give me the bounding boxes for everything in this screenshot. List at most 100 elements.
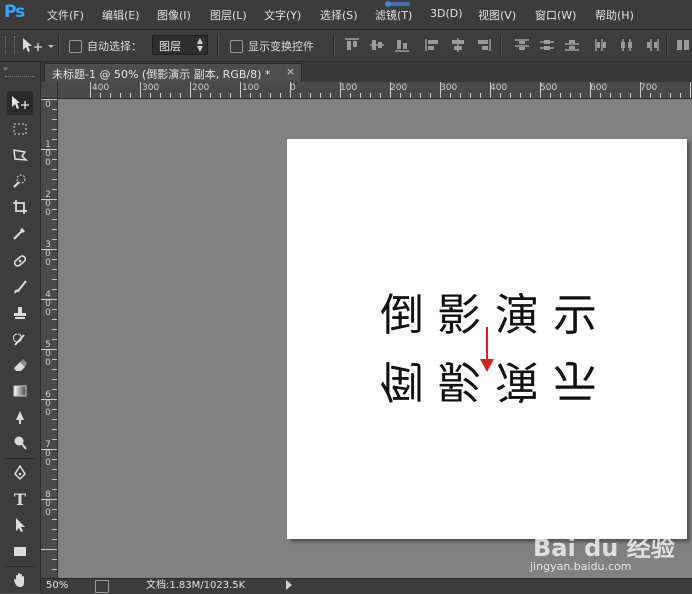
eyedropper-tool-icon[interactable] (7, 221, 33, 245)
menu-file[interactable]: 文件(F) (47, 7, 84, 23)
ruler-label: 100 (242, 83, 260, 93)
baidu-jingyan-watermark: Bai du 经验 (533, 534, 675, 562)
ruler-label: 200 (45, 190, 51, 218)
close-tab-icon[interactable]: × (286, 65, 295, 78)
ruler-label: 500 (45, 340, 51, 368)
auto-select-checkbox[interactable] (69, 40, 82, 53)
document-info-text: 文档:1.83M/1023.5K (146, 580, 246, 591)
auto-align-layers-icon[interactable] (676, 38, 690, 55)
dropdown-updown-icon: ▲ ▼ (196, 36, 203, 53)
menu-view[interactable]: 视图(V) (478, 7, 516, 23)
photoshop-logo-icon[interactable]: Ps (4, 2, 25, 22)
history-brush-tool-icon[interactable] (7, 327, 33, 351)
status-menu-arrow-icon[interactable] (286, 580, 292, 590)
align-top-edges-icon[interactable] (344, 38, 360, 55)
clone-stamp-tool-icon[interactable] (7, 301, 33, 325)
align-right-edges-icon[interactable] (475, 38, 491, 55)
move-tool-preset-icon[interactable] (20, 36, 56, 57)
pen-tool-icon[interactable] (7, 461, 33, 485)
distribute-left-edges-icon[interactable] (594, 38, 610, 55)
distribute-bottom-edges-icon[interactable] (564, 38, 580, 55)
align-horizontal-centers-icon[interactable] (450, 38, 466, 55)
menu-3d[interactable]: 3D(D) (430, 7, 463, 20)
vertical-ruler[interactable]: 0 100 200 300 400 500 600 700 800 (41, 99, 58, 578)
document-status-icon[interactable] (95, 580, 109, 593)
collapse-panel-icon[interactable]: » (3, 64, 8, 73)
distribute-top-edges-icon[interactable] (514, 38, 530, 55)
canvas-text-char: 倒 (380, 290, 424, 341)
horizontal-ruler[interactable]: 400 300 200 100 0 100 200 300 400 500 60… (58, 82, 692, 99)
ruler-label: 800 (45, 490, 51, 518)
options-gap (586, 35, 587, 55)
canvas-text-char: 示 (553, 290, 597, 341)
red-arrow-annotation (480, 327, 494, 372)
blur-tool-icon[interactable] (7, 405, 33, 429)
options-grip[interactable] (5, 36, 15, 54)
align-left-edges-icon[interactable] (425, 38, 441, 55)
dodge-tool-icon[interactable] (7, 431, 33, 455)
hand-tool-icon[interactable] (7, 568, 33, 592)
menu-window[interactable]: 窗口(W) (535, 7, 576, 23)
ruler-label: 100 (45, 140, 51, 168)
ruler-label: 200 (390, 83, 408, 93)
status-bar (41, 578, 692, 594)
menu-filter[interactable]: 滤镜(T) (375, 7, 412, 23)
tools-divider (6, 458, 34, 459)
brush-tool-icon[interactable] (7, 275, 33, 299)
options-separator (666, 35, 668, 55)
move-tool-icon[interactable] (7, 91, 33, 115)
canvas-reflection-char: 倒 (380, 355, 424, 406)
menu-type[interactable]: 文字(Y) (264, 7, 301, 23)
menu-edit[interactable]: 编辑(E) (102, 7, 140, 23)
menu-layer[interactable]: 图层(L) (210, 7, 247, 23)
zoom-level-field[interactable]: 50% (46, 579, 88, 592)
ruler-label: 400 (45, 290, 51, 318)
show-transform-checkbox[interactable] (230, 40, 243, 53)
marquee-tool-icon[interactable] (7, 117, 33, 141)
distribute-horizontal-centers-icon[interactable] (619, 38, 635, 55)
options-separator (58, 35, 60, 55)
ruler-label: 600 (45, 390, 51, 418)
menu-image[interactable]: 图像(I) (157, 7, 191, 23)
auto-select-target-value: 图层 (159, 40, 181, 53)
canvas-reflection-char: 影 (437, 355, 481, 406)
distribute-right-edges-icon[interactable] (644, 38, 660, 55)
ruler-label: 400 (92, 83, 110, 93)
ruler-label: 600 (590, 83, 608, 93)
document-canvas[interactable]: 倒 影 演 示 倒 影 演 示 (287, 139, 687, 539)
eraser-tool-icon[interactable] (7, 353, 33, 377)
ruler-label: 0 (290, 83, 296, 93)
ruler-label: 100 (340, 83, 358, 93)
crop-tool-icon[interactable] (7, 195, 33, 219)
distribute-vertical-centers-icon[interactable] (539, 38, 555, 55)
align-vertical-centers-icon[interactable] (369, 38, 385, 55)
type-tool-icon[interactable]: T (7, 487, 33, 511)
ruler-label: 400 (490, 83, 508, 93)
align-bottom-edges-icon[interactable] (394, 38, 410, 55)
healing-brush-tool-icon[interactable] (7, 249, 33, 273)
tools-grip[interactable] (5, 76, 35, 79)
rectangle-tool-icon[interactable] (7, 539, 33, 563)
canvas-text-char: 影 (437, 290, 481, 341)
ruler-label: 500 (540, 83, 558, 93)
ruler-label: 0 (45, 100, 51, 110)
lasso-tool-icon[interactable] (7, 143, 33, 167)
ruler-label: 300 (142, 83, 160, 93)
options-separator (217, 35, 219, 55)
gradient-tool-icon[interactable] (7, 379, 33, 403)
tools-divider (6, 566, 34, 567)
document-tab-title[interactable]: 未标题-1 @ 50% (倒影演示 副本, RGB/8) * (52, 66, 270, 82)
options-gap (416, 35, 417, 55)
canvas-text-char: 演 (495, 290, 539, 341)
path-selection-tool-icon[interactable] (7, 513, 33, 537)
show-transform-label: 显示变换控件 (248, 40, 314, 53)
quick-selection-tool-icon[interactable] (7, 169, 33, 193)
auto-select-label: 自动选择： (87, 40, 142, 53)
ruler-label: 200 (192, 83, 210, 93)
auto-select-target-dropdown[interactable]: 图层 ▲ ▼ (152, 35, 208, 55)
menu-select[interactable]: 选择(S) (320, 7, 358, 23)
menu-help[interactable]: 帮助(H) (595, 7, 634, 23)
options-separator (333, 35, 335, 55)
ruler-origin[interactable] (41, 82, 58, 99)
ruler-label: 300 (440, 83, 458, 93)
